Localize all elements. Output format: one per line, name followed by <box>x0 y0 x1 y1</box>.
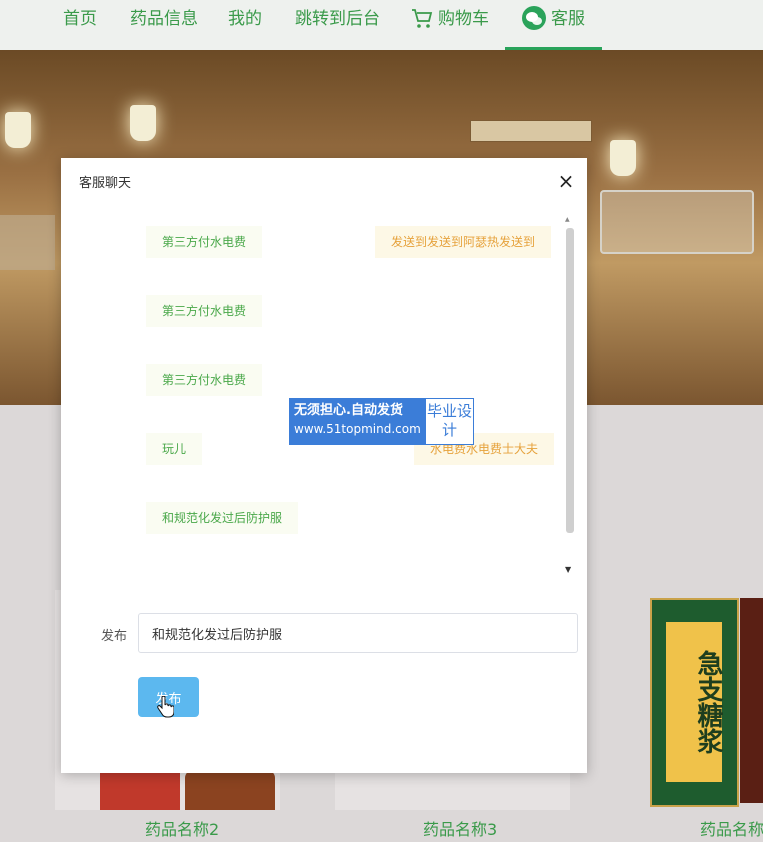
product-name[interactable]: 药品名称2 <box>145 816 219 840</box>
nav-drug-info[interactable]: 药品信息 <box>130 0 198 50</box>
watermark-url: www.51topmind.com <box>294 422 421 436</box>
nav-home[interactable]: 首页 <box>63 0 97 50</box>
cart-icon <box>412 9 433 28</box>
nav-cart[interactable]: 购物车 <box>410 0 489 50</box>
dialog-title: 客服聊天 <box>79 176 132 191</box>
nav-service[interactable]: 客服 <box>505 0 602 50</box>
message-input[interactable] <box>138 613 578 653</box>
nav-admin[interactable]: 跳转到后台 <box>295 0 380 50</box>
product-image <box>185 770 275 810</box>
nav-service-label: 客服 <box>551 9 585 29</box>
agent-message: 发送到发送到阿瑟热发送到 <box>375 226 552 258</box>
user-message: 第三方付水电费 <box>146 226 263 258</box>
ceiling-beam <box>470 120 592 142</box>
nav-cart-label: 购物车 <box>438 9 489 29</box>
user-message: 和规范化发过后防护服 <box>146 502 299 534</box>
watermark-badge: 无须担心.自动发货 www.51topmind.com 毕业设计 <box>289 398 474 445</box>
hand-cursor-icon <box>157 696 174 718</box>
bed-decoration <box>0 215 55 270</box>
lamp-decoration <box>130 105 156 141</box>
product-box-label: 急支糖浆 <box>666 622 723 782</box>
product-name[interactable]: 药品名称4 <box>700 816 763 840</box>
watermark-line1: 无须担心.自动发货 <box>294 403 403 418</box>
lamp-decoration <box>5 112 31 148</box>
publish-label: 发布 <box>101 629 128 644</box>
chat-dialog: 客服聊天 × 第三方付水电费 发送到发送到阿瑟热发送到 第三方付水电费 第三方付… <box>61 158 587 773</box>
scroll-down-arrow[interactable]: ▼ <box>565 565 571 574</box>
wechat-icon <box>522 6 546 30</box>
scrollbar-thumb[interactable] <box>566 228 574 533</box>
product-image <box>740 598 763 803</box>
nav-mine[interactable]: 我的 <box>228 0 262 50</box>
top-nav: 首页 药品信息 我的 跳转到后台 购物车 客服 <box>0 0 763 50</box>
product-image <box>100 770 180 810</box>
user-message: 玩儿 <box>146 433 203 465</box>
lamp-decoration <box>610 140 636 176</box>
product-image: 急支糖浆 <box>650 598 739 807</box>
close-icon[interactable]: × <box>555 170 577 192</box>
hospital-bed <box>600 190 754 254</box>
user-message: 第三方付水电费 <box>146 364 263 396</box>
watermark-badge-text: 毕业设计 <box>426 399 473 444</box>
scroll-up-arrow[interactable]: ▲ <box>565 216 570 223</box>
product-name[interactable]: 药品名称3 <box>423 816 497 840</box>
user-message: 第三方付水电费 <box>146 295 263 327</box>
